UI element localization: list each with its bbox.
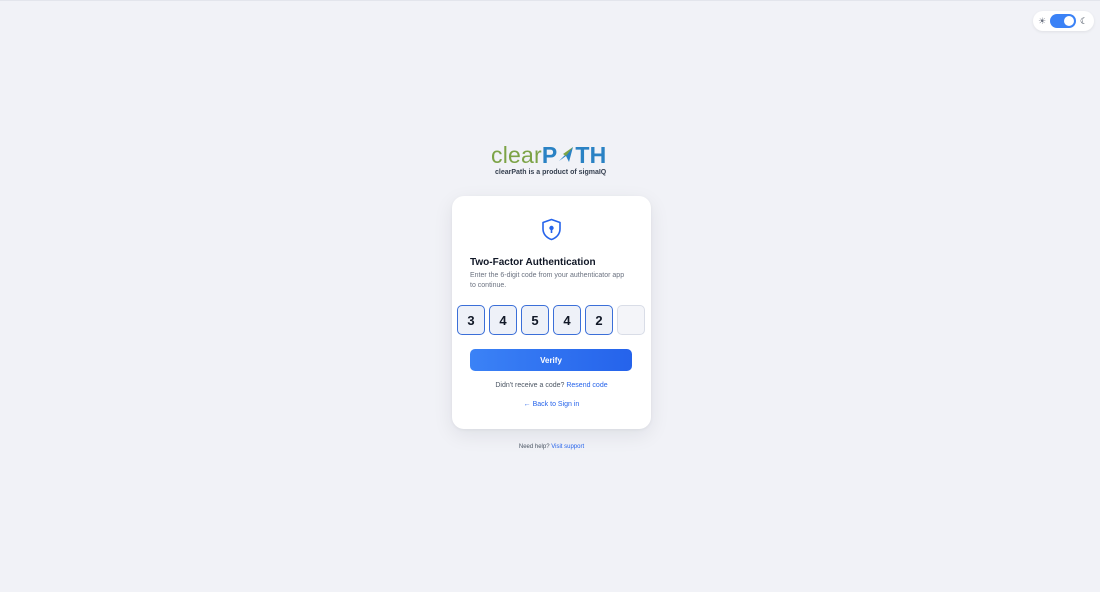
logo-wordmark: clear P TH	[491, 142, 611, 168]
help-prompt: Need help?	[518, 444, 550, 450]
moon-icon: ☾	[1080, 15, 1089, 26]
shield-lock-icon	[542, 218, 561, 241]
theme-switch[interactable]	[1050, 14, 1076, 28]
card-description: Enter the 6-digit code from your authent…	[470, 272, 625, 289]
resend-prompt: Didn't receive a code?	[495, 382, 565, 389]
otp-digit-6[interactable]	[617, 305, 645, 335]
resend-line: Didn't receive a code? Resend code	[452, 382, 651, 389]
logo-path-p: P	[541, 142, 558, 168]
two-factor-card: Two-Factor Authentication Enter the 6-di…	[452, 196, 651, 429]
sun-icon: ☀	[1038, 15, 1047, 26]
verify-button[interactable]: Verify	[470, 349, 632, 371]
logo-tagline: clearPath is a product of sigmaIQ	[495, 169, 607, 176]
switch-knob	[1064, 16, 1074, 26]
resend-code-link[interactable]: Resend code	[566, 382, 607, 389]
paper-plane-icon	[559, 147, 574, 162]
logo-path: P TH	[542, 142, 607, 168]
clearpath-logo: clear P TH clearPath is a product of sig…	[491, 142, 611, 182]
otp-digit-4[interactable]: 4	[553, 305, 581, 335]
back-to-sign-in-link[interactable]: ← Back to Sign in	[452, 401, 651, 408]
otp-digit-2[interactable]: 4	[489, 305, 517, 335]
card-title: Two-Factor Authentication	[470, 257, 596, 268]
otp-digit-1[interactable]: 3	[457, 305, 485, 335]
otp-code-inputs: 3 4 5 4 2	[457, 305, 645, 335]
page: ☀ ☾ clear P TH clearPath is a product of…	[0, 0, 1100, 592]
theme-toggle[interactable]: ☀ ☾	[1033, 11, 1094, 31]
logo-clear: clear	[491, 142, 542, 168]
logo-path-rest: TH	[575, 142, 607, 168]
visit-support-link[interactable]: Visit support	[551, 444, 584, 450]
help-line: Need help? Visit support	[452, 444, 651, 450]
otp-digit-5[interactable]: 2	[585, 305, 613, 335]
otp-digit-3[interactable]: 5	[521, 305, 549, 335]
